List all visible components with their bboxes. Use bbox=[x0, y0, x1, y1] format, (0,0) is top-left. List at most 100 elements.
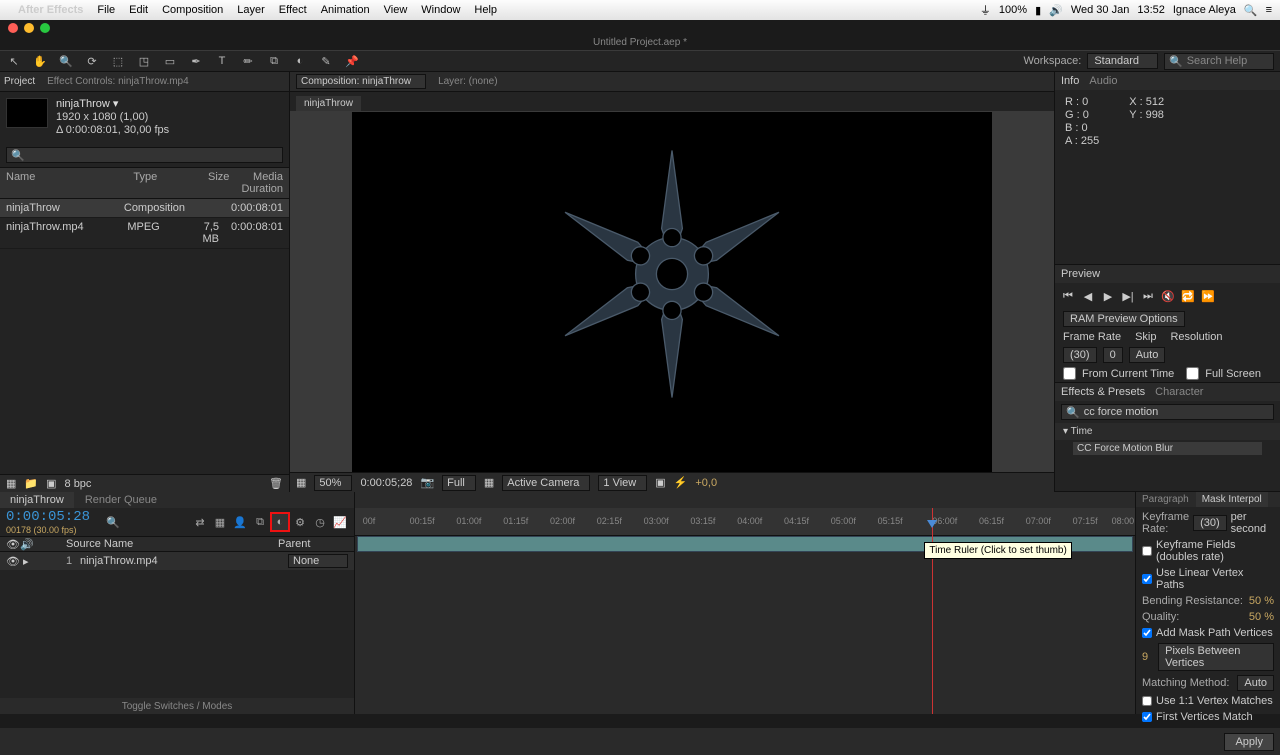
tab-preview[interactable]: Preview bbox=[1061, 268, 1100, 280]
from-current-checkbox[interactable] bbox=[1063, 367, 1076, 380]
full-screen-checkbox[interactable] bbox=[1186, 367, 1199, 380]
col-duration[interactable]: Media Duration bbox=[235, 168, 289, 198]
composition-viewport[interactable] bbox=[290, 111, 1054, 472]
eraser-tool-icon[interactable]: ◐ bbox=[292, 53, 308, 69]
col-type[interactable]: Type bbox=[127, 168, 196, 198]
wifi-icon[interactable]: ⏚ bbox=[980, 2, 991, 18]
menubar-date[interactable]: Wed 30 Jan bbox=[1071, 4, 1130, 16]
first-vertices-checkbox[interactable] bbox=[1142, 712, 1152, 722]
col-name[interactable]: Name bbox=[0, 168, 127, 198]
last-frame-icon[interactable]: ⏭ bbox=[1141, 289, 1155, 303]
menu-view[interactable]: View bbox=[384, 4, 408, 16]
exposure-value[interactable]: +0,0 bbox=[695, 477, 717, 489]
fast-preview-icon[interactable]: ⚡ bbox=[674, 476, 688, 489]
keyframe-fields-checkbox[interactable] bbox=[1142, 546, 1152, 556]
selection-tool-icon[interactable]: ↖ bbox=[6, 53, 22, 69]
menubar-user[interactable]: Ignace Aleya bbox=[1173, 4, 1236, 16]
composition-dropdown[interactable]: Composition: ninjaThrow bbox=[296, 74, 426, 89]
mute-icon[interactable]: 🔇 bbox=[1161, 289, 1175, 303]
layer-av-toggles[interactable]: 👁 ▸ bbox=[6, 555, 66, 568]
menu-help[interactable]: Help bbox=[474, 4, 497, 16]
graph-editor-icon[interactable]: 📈 bbox=[332, 514, 348, 530]
tab-info[interactable]: Info bbox=[1061, 75, 1079, 87]
loop-icon[interactable]: 🔁 bbox=[1181, 289, 1195, 303]
hide-shy-icon[interactable]: 👤 bbox=[232, 514, 248, 530]
new-folder-icon[interactable]: 📁 bbox=[24, 477, 38, 490]
magnify-icon[interactable]: ▦ bbox=[296, 476, 306, 489]
menu-file[interactable]: File bbox=[97, 4, 115, 16]
play-icon[interactable]: ▶ bbox=[1101, 289, 1115, 303]
layer-name[interactable]: ninjaThrow.mp4 bbox=[80, 555, 284, 567]
toggle-switches-modes[interactable]: Toggle Switches / Modes bbox=[0, 698, 354, 714]
menubar-time[interactable]: 13:52 bbox=[1137, 4, 1165, 16]
tab-effect-controls[interactable]: Effect Controls: ninjaThrow.mp4 bbox=[47, 76, 189, 87]
resolution-select[interactable]: Full bbox=[442, 475, 476, 491]
puppet-tool-icon[interactable]: 📌 bbox=[344, 53, 360, 69]
viewer-timecode[interactable]: 0:00:05;28 bbox=[360, 477, 412, 489]
tab-character[interactable]: Character bbox=[1155, 386, 1203, 398]
grid-icon[interactable]: ▦ bbox=[484, 476, 494, 489]
quality-value[interactable]: 50 % bbox=[1249, 611, 1274, 623]
effects-category-time[interactable]: ▾ Time bbox=[1055, 423, 1280, 440]
bpc-label[interactable]: 8 bpc bbox=[65, 478, 92, 490]
clone-tool-icon[interactable]: ⧉ bbox=[266, 53, 282, 69]
rotate-tool-icon[interactable]: ⟳ bbox=[84, 53, 100, 69]
pixel-aspect-icon[interactable]: ▣ bbox=[655, 476, 665, 489]
zoom-window-button[interactable] bbox=[40, 23, 50, 33]
use-11-checkbox[interactable] bbox=[1142, 696, 1152, 706]
type-tool-icon[interactable]: T bbox=[214, 53, 230, 69]
minimize-window-button[interactable] bbox=[24, 23, 34, 33]
trash-icon[interactable]: 🗑 bbox=[269, 477, 283, 490]
app-name[interactable]: After Effects bbox=[18, 4, 83, 16]
camera-tool-icon[interactable]: ⬚ bbox=[110, 53, 126, 69]
current-time-indicator[interactable] bbox=[932, 508, 933, 714]
list-icon[interactable]: ≡ bbox=[1266, 4, 1272, 16]
new-comp-icon[interactable]: ▣ bbox=[46, 477, 56, 490]
hand-tool-icon[interactable]: ✋ bbox=[32, 53, 48, 69]
close-window-button[interactable] bbox=[8, 23, 18, 33]
next-frame-icon[interactable]: ▶| bbox=[1121, 289, 1135, 303]
apply-button[interactable]: Apply bbox=[1224, 733, 1274, 751]
menu-edit[interactable]: Edit bbox=[129, 4, 148, 16]
preview-res-select[interactable]: Auto bbox=[1129, 347, 1166, 363]
frame-blend-icon[interactable]: ⧉ bbox=[252, 514, 268, 530]
comp-mini-flow-icon[interactable]: ⇄ bbox=[192, 514, 208, 530]
tab-paragraph[interactable]: Paragraph bbox=[1136, 492, 1195, 507]
pen-tool-icon[interactable]: ✒ bbox=[188, 53, 204, 69]
zoom-select[interactable]: 50% bbox=[314, 475, 352, 491]
matching-select[interactable]: Auto bbox=[1237, 675, 1274, 691]
prev-frame-icon[interactable]: ◀ bbox=[1081, 289, 1095, 303]
interpret-footage-icon[interactable]: ▦ bbox=[6, 477, 16, 490]
pixels-value[interactable]: 9 bbox=[1142, 651, 1148, 663]
view-select[interactable]: 1 View bbox=[598, 475, 647, 491]
brush-tool-icon[interactable]: ✏ bbox=[240, 53, 256, 69]
workspace-select[interactable]: Standard bbox=[1087, 53, 1158, 69]
volume-icon[interactable]: 🔊 bbox=[1049, 4, 1063, 17]
tab-audio[interactable]: Audio bbox=[1089, 75, 1117, 87]
motion-blur-toggle-icon[interactable]: ◐ bbox=[272, 514, 288, 530]
zoom-tool-icon[interactable]: 🔍 bbox=[58, 53, 74, 69]
effect-cc-force-motion-blur[interactable]: CC Force Motion Blur bbox=[1073, 442, 1262, 455]
menu-layer[interactable]: Layer bbox=[237, 4, 265, 16]
bending-value[interactable]: 50 % bbox=[1249, 595, 1274, 607]
col-size[interactable]: Size bbox=[196, 168, 235, 198]
timeline-timecode[interactable]: 0:00:05:28 bbox=[6, 509, 90, 525]
col-source-name[interactable]: Source Name bbox=[66, 538, 278, 550]
project-row-footage[interactable]: ninjaThrow.mp4 MPEG 7,5 MB 0:00:08:01 bbox=[0, 218, 289, 249]
menu-composition[interactable]: Composition bbox=[162, 4, 223, 16]
skip-select[interactable]: 0 bbox=[1103, 347, 1123, 363]
shape-tool-icon[interactable]: ▭ bbox=[162, 53, 178, 69]
cti-head-icon[interactable] bbox=[927, 520, 937, 528]
asset-name[interactable]: ninjaThrow ▾ bbox=[56, 98, 169, 111]
framerate-select[interactable]: (30) bbox=[1063, 347, 1097, 363]
snapshot-icon[interactable]: 📷 bbox=[420, 476, 434, 489]
menu-effect[interactable]: Effect bbox=[279, 4, 307, 16]
pan-behind-tool-icon[interactable]: ◳ bbox=[136, 53, 152, 69]
col-parent[interactable]: Parent bbox=[278, 538, 348, 550]
project-search-input[interactable]: 🔍 bbox=[6, 147, 283, 163]
draft3d-icon[interactable]: ▦ bbox=[212, 514, 228, 530]
linear-vertex-checkbox[interactable] bbox=[1142, 574, 1152, 584]
layer-parent-select[interactable]: None bbox=[288, 554, 348, 568]
keyframe-rate-select[interactable]: (30) bbox=[1193, 515, 1227, 531]
menu-window[interactable]: Window bbox=[421, 4, 460, 16]
